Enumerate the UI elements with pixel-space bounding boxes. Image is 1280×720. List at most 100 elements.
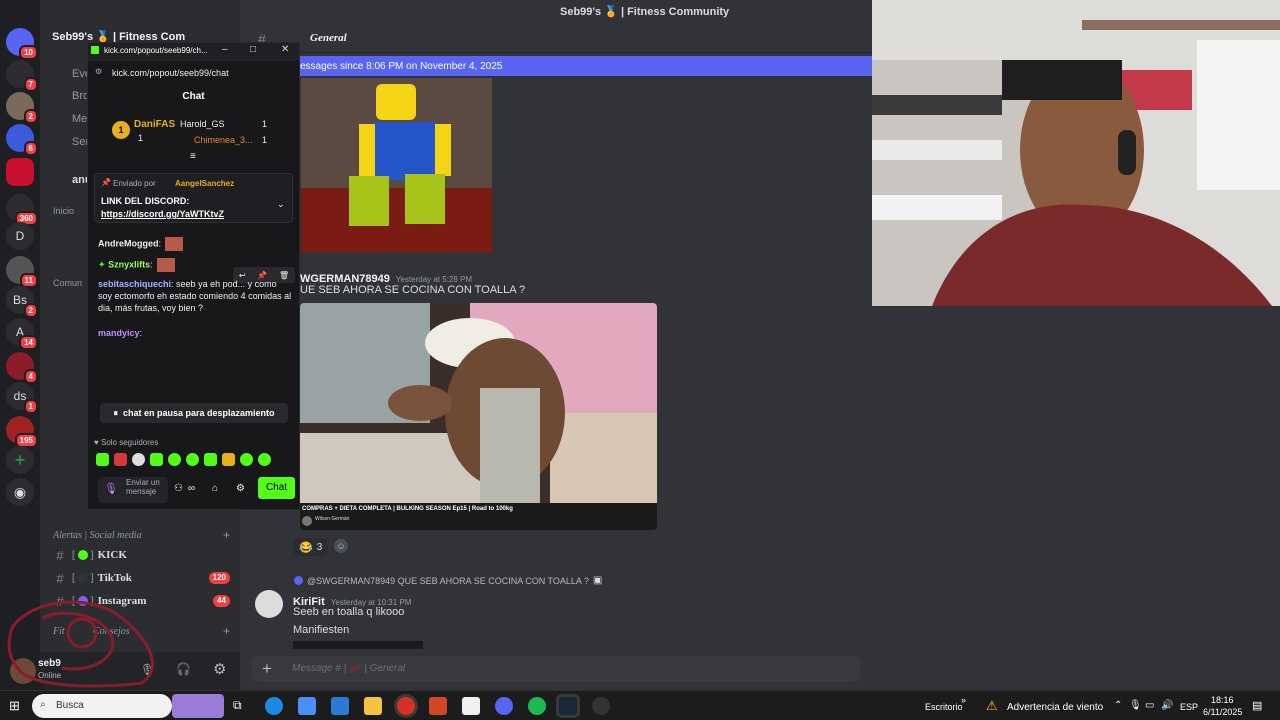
emote-icon[interactable] bbox=[258, 453, 271, 466]
chrome-icon[interactable] bbox=[397, 697, 415, 715]
channel-header: # General bbox=[240, 25, 872, 53]
sidebar-item[interactable]: Me bbox=[72, 113, 87, 125]
network-icon[interactable]: ▭ bbox=[1145, 700, 1154, 711]
pinned-message[interactable]: 📌 Enviado por AangelSanchez LINK DEL DIS… bbox=[94, 173, 293, 223]
followers-only-label: ♥ Solo seguidores bbox=[94, 438, 159, 447]
emote-icon[interactable] bbox=[96, 453, 109, 466]
users-icon[interactable]: ⚇ bbox=[174, 483, 183, 494]
reaction[interactable]: 😂 3 bbox=[293, 538, 329, 556]
server-icon[interactable]: D bbox=[6, 222, 34, 250]
search-box[interactable]: ⌕ Busca bbox=[32, 694, 172, 718]
windows-start-icon[interactable]: ⊞ bbox=[9, 698, 20, 714]
obs-icon[interactable] bbox=[592, 697, 610, 715]
language-indicator[interactable]: ESP bbox=[1180, 702, 1198, 712]
server-icon[interactable]: Bs 2 bbox=[6, 286, 38, 318]
emote-icon[interactable] bbox=[186, 453, 199, 466]
store-icon[interactable] bbox=[331, 697, 349, 715]
gear-icon[interactable]: ⚙ bbox=[236, 483, 245, 494]
weather-alert[interactable]: Advertencia de viento bbox=[1007, 702, 1103, 713]
category-inicio[interactable]: Inicio bbox=[53, 206, 74, 216]
server-icon[interactable]: 11 bbox=[6, 256, 38, 288]
user-panel: seb9 Online 🎙 🎧 ⚙ bbox=[10, 652, 240, 690]
discover-icon[interactable]: ◉ bbox=[6, 478, 34, 506]
close-icon[interactable]: ✕ bbox=[281, 44, 289, 55]
edge-icon[interactable] bbox=[265, 697, 283, 715]
emote-icon[interactable] bbox=[168, 453, 181, 466]
emote-icon[interactable] bbox=[150, 453, 163, 466]
address-bar[interactable]: ⚙ kick.com/popout/seeb99/chat bbox=[88, 63, 299, 81]
attachment-image[interactable] bbox=[301, 78, 492, 252]
channel-instagram[interactable]: # [ ] Instagram 44 bbox=[42, 591, 238, 611]
leaderboard-name[interactable]: Chimenea_3... bbox=[194, 135, 253, 145]
copilot-icon[interactable] bbox=[298, 697, 316, 715]
mic-icon[interactable]: 🎙 bbox=[1129, 700, 1142, 711]
chevron-down-icon[interactable]: ⌄ bbox=[277, 199, 285, 210]
category-fit[interactable]: Fit bbox=[53, 626, 65, 637]
avatar[interactable] bbox=[255, 590, 283, 618]
reaction-count: 3 bbox=[316, 541, 323, 553]
server-icon[interactable]: ds 1 bbox=[6, 382, 38, 414]
discord-icon[interactable] bbox=[495, 697, 513, 715]
steam-icon[interactable] bbox=[559, 697, 577, 715]
powerpoint-icon[interactable] bbox=[429, 697, 447, 715]
file-explorer-icon[interactable] bbox=[364, 697, 382, 715]
server-icon[interactable]: 4 bbox=[6, 352, 38, 384]
category-alertas[interactable]: Alertas | Social media bbox=[53, 530, 142, 541]
task-view-icon[interactable]: ⧉ bbox=[233, 698, 242, 713]
chat-input[interactable]: 🎙 Enviar un mensaje bbox=[98, 477, 168, 503]
store-icon[interactable]: ⌂ bbox=[212, 483, 218, 494]
infinity-icon[interactable]: ∞ bbox=[188, 483, 195, 494]
desktop-label[interactable]: Escritorio bbox=[925, 702, 963, 712]
leaderboard-name[interactable]: Harold_GS bbox=[180, 119, 225, 129]
pinned-link[interactable]: https://discord.gg/YaWTKtvZ bbox=[101, 209, 224, 219]
add-channel-icon[interactable]: + bbox=[223, 528, 230, 542]
spotify-icon[interactable] bbox=[528, 697, 546, 715]
add-server-icon[interactable]: + bbox=[6, 446, 34, 474]
chevron-up-icon[interactable]: ⌃ bbox=[1114, 700, 1122, 711]
emote-icon[interactable] bbox=[240, 453, 253, 466]
clock-date[interactable]: 6/11/2025 bbox=[1203, 707, 1242, 717]
mic-icon[interactable]: 🎙 bbox=[104, 482, 118, 495]
new-messages-bar[interactable]: essages since 8:06 PM on November 4, 202… bbox=[300, 56, 872, 76]
emote-icon[interactable] bbox=[114, 453, 127, 466]
channel-tiktok[interactable]: # [ ] TikTok 120 bbox=[42, 568, 238, 588]
server-icon[interactable]: A 14 bbox=[6, 318, 38, 350]
add-attachment-icon[interactable]: + bbox=[262, 659, 272, 679]
add-reaction-icon[interactable]: ☺ bbox=[334, 539, 348, 553]
headphones-icon[interactable]: 🎧 bbox=[176, 662, 191, 676]
clock-time[interactable]: 18:16 bbox=[1211, 695, 1234, 705]
volume-icon[interactable]: 🔊 bbox=[1161, 700, 1173, 711]
reply-preview[interactable]: @SWGERMAN78949 QUE SEB AHORA SE COCINA C… bbox=[294, 575, 602, 586]
chevron-right-icon[interactable]: » bbox=[961, 695, 966, 705]
emote-icon[interactable] bbox=[132, 453, 145, 466]
avatar[interactable] bbox=[10, 658, 36, 684]
mic-icon[interactable]: 🎙 bbox=[140, 663, 155, 677]
notepad-icon[interactable] bbox=[462, 697, 480, 715]
server-icon[interactable]: 7 bbox=[6, 60, 38, 92]
message-input[interactable]: + Message # | 🥢 | General 🎁 bbox=[252, 656, 1159, 682]
maximize-icon[interactable]: □ bbox=[250, 44, 256, 55]
pinned-author[interactable]: AangelSanchez bbox=[175, 179, 234, 188]
video-embed[interactable]: COMPRAS + DIETA COMPLETA | BULKING SEASO… bbox=[300, 303, 657, 530]
server-icon[interactable]: 10 bbox=[6, 28, 38, 60]
add-channel-icon[interactable]: + bbox=[223, 624, 230, 638]
server-icon[interactable]: 6 bbox=[6, 124, 38, 156]
warning-icon[interactable]: ⚠ bbox=[986, 698, 998, 714]
expand-icon[interactable]: ≡ bbox=[190, 151, 196, 162]
notification-icon[interactable]: ▤ bbox=[1252, 699, 1262, 712]
send-chat-button[interactable]: Chat bbox=[258, 477, 295, 499]
channel-kick[interactable]: # [ ] KICK bbox=[42, 545, 238, 565]
gear-icon[interactable]: ⚙ bbox=[213, 660, 226, 678]
chat-paused-button[interactable]: ⏸ chat en pausa para desplazamiento bbox=[100, 403, 288, 423]
category-comunidad[interactable]: Comun bbox=[53, 278, 82, 288]
leaderboard-name[interactable]: DaniFAS bbox=[134, 119, 175, 130]
emote-icon[interactable] bbox=[222, 453, 235, 466]
attachment-image[interactable] bbox=[293, 641, 423, 649]
server-icon[interactable] bbox=[6, 158, 34, 186]
server-icon[interactable]: 360 bbox=[6, 194, 38, 226]
server-icon[interactable]: 2 bbox=[6, 92, 38, 124]
emote-icon[interactable] bbox=[204, 453, 217, 466]
site-info-icon[interactable]: ⚙ bbox=[95, 67, 102, 76]
minimize-icon[interactable]: – bbox=[222, 44, 228, 55]
server-icon[interactable]: 195 bbox=[6, 416, 38, 448]
